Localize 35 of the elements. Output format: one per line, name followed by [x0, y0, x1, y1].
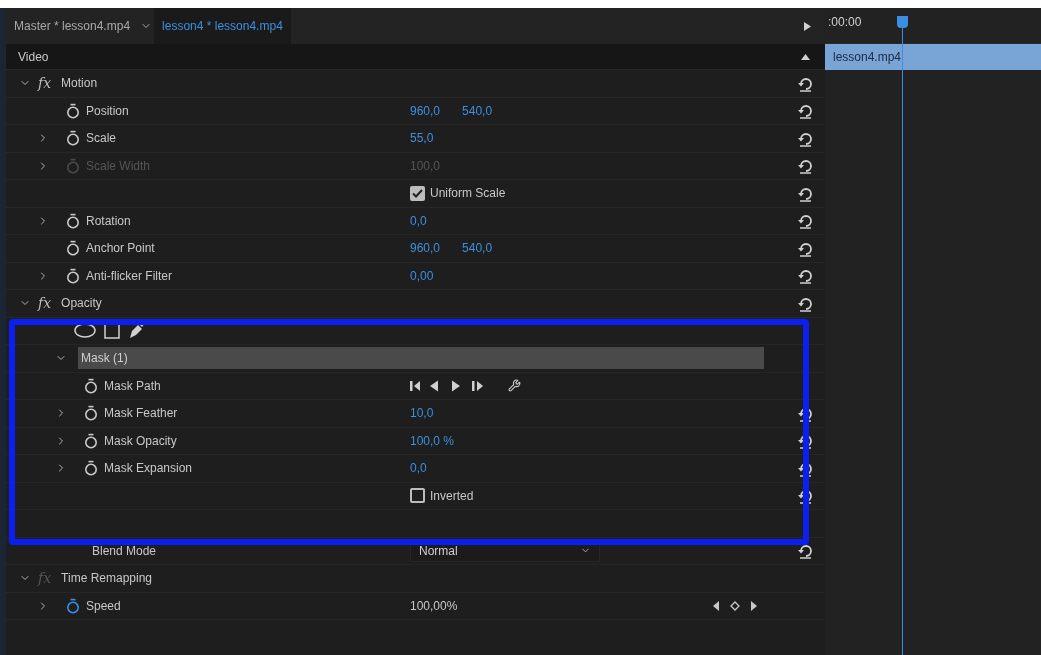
mask-header[interactable]: Mask (1) — [78, 347, 764, 370]
property-value[interactable]: 10,0 — [410, 404, 434, 423]
clip-bar[interactable]: lesson4.mp4 — [825, 44, 1041, 70]
property-label: Anti-flicker Filter — [86, 267, 172, 285]
property-value[interactable]: 540,0 — [462, 239, 493, 258]
property-value[interactable]: 540,0 — [462, 101, 493, 120]
property-label: Blend Mode — [92, 543, 157, 558]
property-value[interactable]: 960,0 — [410, 239, 441, 258]
property-label: Speed — [86, 597, 121, 615]
fx-label[interactable]: fx — [38, 72, 52, 94]
property-label: Position — [86, 102, 129, 120]
timecode: :00:00 — [828, 14, 862, 31]
effect-name: Opacity — [61, 295, 102, 313]
fx-label[interactable]: fx — [38, 292, 52, 314]
property-value[interactable]: 0,0 — [410, 459, 427, 478]
effect-name: Motion — [61, 75, 98, 93]
property-label: Scale — [86, 130, 117, 148]
property-value[interactable]: 55,0 — [410, 129, 434, 148]
property-label: Mask Opacity — [104, 432, 177, 450]
property-value: 100,00% — [410, 597, 458, 615]
property-label: Mask Feather — [104, 405, 178, 423]
property-label: Rotation — [86, 212, 131, 230]
property-label: Anchor Point — [86, 240, 155, 258]
property-value[interactable]: 100,0 % — [410, 431, 455, 450]
property-value[interactable]: 0,0 — [410, 211, 427, 230]
panel-tab[interactable]: lesson4 * lesson4.mp4 — [154, 8, 291, 44]
property-value[interactable]: 960,0 — [410, 101, 441, 120]
property-label: Mask Path — [104, 377, 161, 395]
section-label: Video — [18, 48, 49, 66]
property-label: Mask Expansion — [104, 460, 193, 478]
property-value[interactable]: 0,00 — [410, 266, 434, 285]
checkbox-label[interactable]: Inverted — [430, 486, 474, 505]
checkbox-label[interactable]: Uniform Scale — [430, 184, 506, 203]
effect-name: Time Remapping — [61, 570, 152, 588]
panel-tab[interactable]: Master * lesson4.mp4 — [6, 8, 139, 44]
